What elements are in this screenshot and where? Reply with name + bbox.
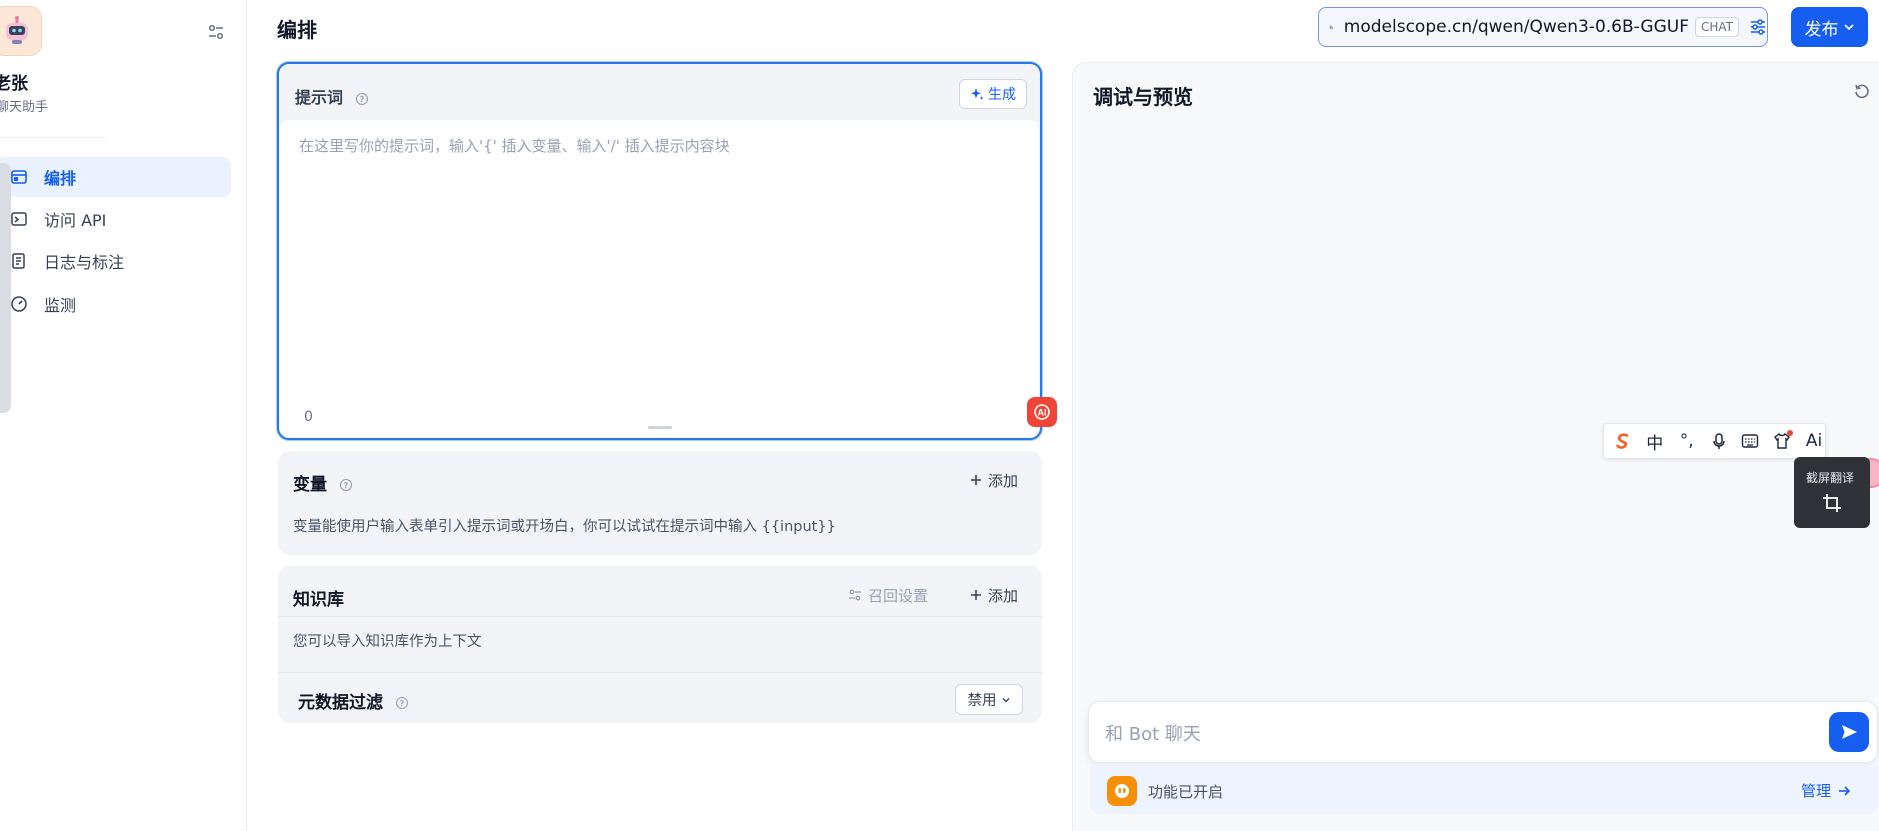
variables-title: 变量 [293, 475, 327, 495]
terminal-icon [10, 210, 28, 228]
app-description: 聊天助手 [0, 100, 49, 115]
app-avatar[interactable] [0, 6, 42, 56]
prompt-header: 提示词 ? [295, 84, 369, 108]
sidebar-item-orchestrate[interactable]: 编排 [0, 157, 231, 197]
notification-dot [1787, 430, 1794, 436]
help-icon[interactable]: ? [339, 478, 353, 492]
svg-text:?: ? [359, 95, 364, 104]
sidebar-item-monitor[interactable]: 监测 [0, 284, 231, 324]
variables-description: 变量能使用户输入表单引入提示词或开场白，你可以试试在提示词中输入 {{input… [293, 519, 836, 535]
ai-icon: AI [1034, 404, 1050, 420]
add-label: 添加 [987, 586, 1018, 605]
log-icon [10, 252, 28, 270]
sidebar-item-label: 访问 API [44, 211, 107, 230]
screenshot-translate-popup[interactable]: 截屏翻译 [1794, 457, 1870, 528]
robot-icon [6, 16, 28, 44]
help-icon[interactable]: ? [395, 696, 409, 710]
publish-button[interactable]: 发布 [1791, 7, 1868, 47]
publish-label: 发布 [1804, 19, 1839, 40]
divider [278, 616, 1042, 617]
metadata-filter-header: 元数据过滤 ? [298, 688, 409, 713]
send-button[interactable] [1829, 712, 1869, 752]
sidebar-item-logs[interactable]: 日志与标注 [0, 241, 231, 281]
plus-icon [970, 590, 981, 600]
metadata-filter-select[interactable]: 禁用 [955, 684, 1023, 715]
microphone-icon[interactable] [1708, 430, 1730, 452]
settings-sliders-icon [848, 589, 861, 601]
app-name: 老张 [0, 74, 28, 94]
prompt-char-count: 0 [304, 409, 313, 425]
recall-settings-button[interactable]: 召回设置 [844, 580, 932, 610]
app-settings-button[interactable] [205, 21, 227, 43]
ime-ai-button[interactable]: Ai [1803, 430, 1825, 452]
sidebar-item-label: 编排 [44, 169, 77, 188]
collapsed-side-panel[interactable] [0, 163, 11, 413]
resize-handle[interactable] [648, 426, 672, 429]
variables-header: 变量 ? [293, 470, 353, 495]
chat-input[interactable]: 和 Bot 聊天 [1088, 701, 1878, 763]
features-bar: 功能已开启 管理 [1090, 766, 1878, 814]
knowledge-card: 知识库 召回设置 添加 您可以导入知识库作为上下文 元数据过滤 ? 禁用 [278, 566, 1042, 723]
llama-icon [1329, 25, 1334, 30]
knowledge-title: 知识库 [293, 590, 344, 610]
sidebar-item-label: 监测 [44, 296, 77, 315]
divider [278, 672, 1042, 673]
ai-assist-button[interactable]: AI [1027, 397, 1057, 427]
layout-icon [10, 168, 28, 186]
generate-label: 生成 [988, 87, 1016, 103]
add-variable-button[interactable]: 添加 [960, 465, 1028, 495]
skin-shirt-icon[interactable] [1771, 430, 1794, 452]
gauge-icon [10, 295, 28, 313]
send-icon [1842, 725, 1857, 739]
metadata-filter-label: 元数据过滤 [298, 693, 383, 713]
variables-card: 变量 ? 添加 变量能使用户输入表单引入提示词或开场白，你可以试试在提示词中输入… [278, 451, 1042, 555]
help-icon[interactable]: ? [355, 92, 369, 106]
prompt-label: 提示词 [295, 88, 344, 107]
prompt-placeholder: 在这里写你的提示词，输入'{' 插入变量、输入'/' 插入提示内容块 [299, 137, 730, 155]
screenshot-translate-label: 截屏翻译 [1806, 471, 1855, 485]
refresh-icon [1855, 84, 1869, 99]
prompt-card: 提示词 ? 生成 在这里写你的提示词，输入'{' 插入变量、输入'/' 插入提示… [277, 62, 1042, 440]
page-title: 编排 [277, 18, 317, 42]
crop-icon [1822, 493, 1842, 513]
preview-title: 调试与预览 [1093, 85, 1193, 109]
sidebar-divider [0, 137, 105, 138]
model-selector[interactable]: modelscope.cn/qwen/Qwen3-0.6B-GGUF CHAT [1318, 7, 1768, 47]
manage-features-link[interactable]: 管理 [1801, 780, 1851, 801]
svg-text:?: ? [400, 699, 405, 708]
add-label: 添加 [987, 471, 1018, 490]
prompt-editor[interactable]: 在这里写你的提示词，输入'{' 插入变量、输入'/' 插入提示内容块 0 [280, 120, 1039, 437]
keyboard-icon[interactable] [1739, 430, 1761, 452]
chat-placeholder: 和 Bot 聊天 [1105, 724, 1201, 745]
quote-icon [1115, 784, 1129, 798]
metadata-filter-value: 禁用 [967, 693, 997, 709]
app-root: 老张 聊天助手 编排 访问 API 日志与标注 监测 编排 modelscope… [0, 0, 1879, 831]
arrow-right-icon [1839, 785, 1851, 796]
chevron-down-icon [1002, 697, 1009, 702]
manage-label: 管理 [1801, 782, 1832, 800]
plus-icon [970, 475, 981, 485]
ime-punctuation[interactable]: °, [1676, 430, 1698, 452]
model-mode-badge: CHAT [1694, 17, 1739, 37]
sparkle-icon [971, 88, 984, 100]
add-knowledge-button[interactable]: 添加 [960, 580, 1028, 610]
svg-text:?: ? [344, 481, 349, 490]
feature-icon [1107, 776, 1137, 806]
sliders-icon [208, 24, 224, 40]
features-status: 功能已开启 [1148, 783, 1224, 801]
sidebar-item-api[interactable]: 访问 API [0, 199, 231, 239]
sidebar: 老张 聊天助手 编排 访问 API 日志与标注 监测 [0, 0, 247, 831]
svg-text:AI: AI [1038, 408, 1047, 418]
ime-lang-toggle[interactable]: 中 [1644, 430, 1666, 454]
model-params-icon[interactable] [1749, 18, 1767, 36]
ime-toolbar: 中 °, Ai [1603, 423, 1826, 459]
knowledge-description: 您可以导入知识库作为上下文 [293, 634, 482, 650]
sidebar-item-label: 日志与标注 [44, 253, 125, 272]
recall-label: 召回设置 [867, 586, 928, 605]
chevron-down-icon [1843, 24, 1854, 31]
refresh-button[interactable] [1853, 83, 1871, 101]
sogou-logo-icon[interactable] [1612, 430, 1634, 452]
generate-prompt-button[interactable]: 生成 [959, 79, 1027, 109]
model-name: modelscope.cn/qwen/Qwen3-0.6B-GGUF [1343, 17, 1689, 37]
